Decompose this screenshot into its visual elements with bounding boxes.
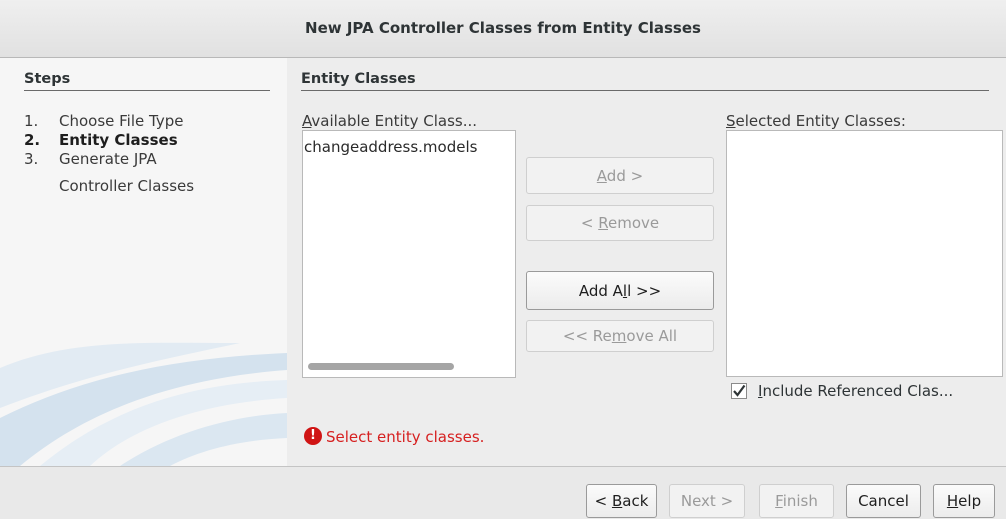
btn-mnemonic: F (775, 492, 783, 510)
selected-classes-list[interactable] (726, 130, 1003, 377)
btn-text: dd > (606, 166, 644, 185)
step-label: Entity Classes (59, 131, 178, 149)
remove-button[interactable]: < Remove (526, 205, 714, 241)
step-generate-jpa: 3. Generate JPA (24, 150, 157, 169)
btn-mnemonic: m (611, 327, 627, 345)
btn-text: ack (622, 492, 649, 510)
btn-text: inish (782, 492, 818, 510)
btn-text: ove All (626, 327, 678, 345)
btn-mnemonic: B (611, 492, 623, 510)
list-item[interactable]: changeaddress.models (304, 138, 477, 156)
step-label: Choose File Type (59, 112, 184, 130)
steps-heading: Steps (24, 71, 71, 87)
btn-mnemonic: R (598, 214, 608, 232)
back-button[interactable]: < Back (586, 484, 657, 518)
include-referenced-label[interactable]: Include Referenced Clas... (758, 382, 953, 400)
cancel-button[interactable]: Cancel (846, 484, 921, 518)
dialog-title: New JPA Controller Classes from Entity C… (0, 0, 1006, 58)
btn-text: emove (607, 214, 660, 232)
btn-text: Add A (578, 281, 623, 300)
step-label: Generate JPA (59, 150, 157, 168)
step-choose-file-type: 1. Choose File Type (24, 112, 183, 131)
steps-divider (24, 90, 270, 91)
button-bar: < Back Next > Finish Cancel Help (0, 466, 1006, 519)
remove-all-button[interactable]: << Remove All (526, 320, 714, 352)
btn-mnemonic: A (596, 166, 607, 185)
btn-text: l >> (627, 281, 662, 300)
step-number: 1. (24, 112, 39, 130)
step-number: 2. (24, 131, 41, 149)
available-classes-list[interactable]: changeaddress.models (302, 130, 516, 378)
btn-mnemonic: H (946, 492, 959, 510)
error-message: Select entity classes. (326, 428, 485, 446)
steps-pane: Steps 1. Choose File Type 2. Entity Classe… (0, 58, 287, 466)
btn-text: << Re (562, 327, 612, 345)
next-button[interactable]: Next > (669, 484, 745, 518)
error-icon: ! (304, 427, 322, 445)
content-heading: Entity Classes (301, 71, 416, 87)
content-divider (301, 90, 989, 91)
mnemonic: A (302, 112, 312, 130)
include-referenced-checkbox[interactable] (731, 383, 747, 399)
available-classes-label: Available Entity Class... (302, 112, 477, 130)
decorative-swoosh-graphic (0, 342, 287, 466)
help-button[interactable]: Help (933, 484, 995, 518)
step-label-continued: Controller Classes (59, 177, 195, 195)
btn-text: < (594, 492, 612, 510)
horizontal-scrollbar[interactable] (308, 363, 454, 370)
step-entity-classes: 2. Entity Classes (24, 131, 178, 150)
label-text: nclude Referenced Clas... (762, 382, 954, 400)
mnemonic: S (726, 112, 736, 130)
label-text: vailable Entity Class... (311, 112, 477, 130)
label-text: elected Entity Classes: (735, 112, 906, 130)
step-number: 3. (24, 150, 39, 168)
btn-text: elp (958, 492, 982, 510)
btn-text: < (580, 214, 599, 232)
finish-button[interactable]: Finish (759, 484, 834, 518)
selected-classes-label: Selected Entity Classes: (726, 112, 906, 130)
add-all-button[interactable]: Add All >> (526, 271, 714, 310)
add-button[interactable]: Add > (526, 157, 714, 194)
